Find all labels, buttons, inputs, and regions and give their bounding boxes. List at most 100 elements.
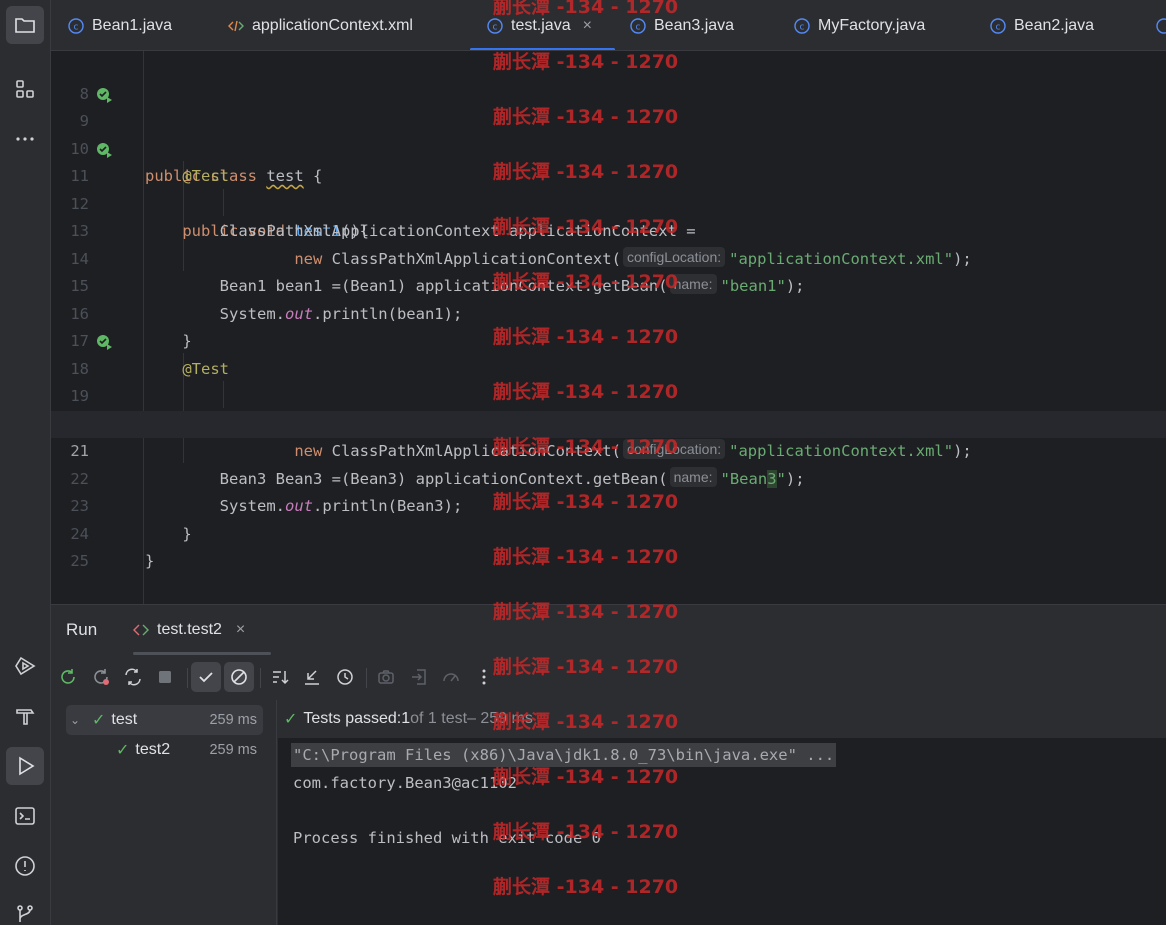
services-icon[interactable] [6, 647, 44, 685]
rerun-icon[interactable] [53, 662, 83, 692]
code-line: 20 new ClassPathXmlApplicationContext(co… [51, 383, 1166, 461]
tree-time: 259 ms [209, 712, 257, 728]
code-line: 18 public void test2(){ [51, 328, 1166, 433]
code-line: 25 [51, 521, 1166, 570]
git-branch-icon[interactable] [6, 895, 44, 925]
console-output-line: com.factory.Bean3@ac1102 [293, 774, 517, 792]
code-text: } [145, 552, 155, 570]
code-line: 22 System.out.println(Bean3); [51, 438, 1166, 516]
line-number: 25 [70, 552, 89, 570]
tab-label: Bean1.java [92, 16, 173, 34]
tab-applicationcontext-xml[interactable]: applicationContext.xml [228, 0, 413, 50]
tab-bean3-java[interactable]: c Bean3.java [630, 0, 735, 50]
run-config-tab[interactable]: test.test2 × [133, 605, 271, 655]
class-icon: c [630, 17, 646, 34]
status-duration: – 259 ms [467, 710, 533, 727]
code-line: 15 System.out.println(bean1); [51, 246, 1166, 323]
problems-icon[interactable] [6, 847, 44, 885]
import-icon[interactable] [404, 662, 434, 692]
code-line: 11 public void test1(){ [51, 136, 1166, 240]
tab-label: Bean3.java [654, 16, 735, 34]
structure-icon[interactable] [6, 70, 44, 108]
terminal-icon[interactable] [6, 797, 44, 835]
svg-text:c: c [800, 22, 805, 32]
status-of-total: of 1 test [410, 710, 468, 727]
rerun-failed-icon[interactable] [86, 662, 116, 692]
run-panel: Run test.test2 × ⌄ ✓ test 259 ms ✓ test2… [51, 604, 1166, 925]
code-line: 8 [51, 53, 1166, 103]
toggle-auto-test-icon[interactable] [118, 662, 148, 692]
code-line: 17 @Test [51, 301, 1166, 378]
code-line: 13 new ClassPathXmlApplicationContext(co… [51, 191, 1166, 268]
toolbar-separator [366, 668, 367, 688]
build-hammer-icon[interactable] [6, 697, 44, 735]
collapse-all-icon[interactable] [297, 662, 327, 692]
more-tools-icon[interactable] [6, 120, 44, 158]
class-icon [1156, 17, 1166, 34]
passed-check-icon: ✓ [116, 742, 130, 759]
code-line: 19 ClassPathXmlApplicationContext applic… [51, 356, 1166, 433]
class-icon: c [487, 17, 503, 34]
run-test-check-icon[interactable] [96, 334, 112, 350]
tab-overflow[interactable] [1156, 0, 1166, 50]
run-test-check-icon[interactable] [96, 87, 112, 103]
svg-text:c: c [493, 22, 498, 32]
run-test-check-icon[interactable] [96, 142, 112, 158]
toolbar-separator [187, 668, 188, 688]
run-tab-label: test.test2 [157, 621, 222, 638]
xml-icon [228, 18, 244, 34]
status-passed-count: 1 [401, 710, 411, 727]
close-icon[interactable]: × [583, 17, 592, 35]
run-console[interactable]: ✓ Tests passed: 1 of 1 test – 259 ms "C:… [278, 700, 1166, 925]
tree-label: test2 [135, 741, 171, 758]
tab-label: test.java [511, 16, 571, 34]
more-options-icon[interactable] [469, 662, 499, 692]
toolbar-separator [260, 668, 261, 688]
left-tool-strip [0, 0, 51, 925]
close-icon[interactable]: × [236, 621, 245, 639]
test-results-tree: ⌄ ✓ test 259 ms ✓ test2 259 ms [51, 700, 277, 925]
passed-check-icon: ✓ [92, 712, 106, 729]
show-ignored-icon[interactable] [224, 662, 254, 692]
code-line: 12 ClassPathXmlApplicationContext applic… [51, 163, 1166, 241]
tab-label: applicationContext.xml [252, 16, 413, 34]
test-history-icon[interactable] [330, 662, 360, 692]
show-passed-icon[interactable] [191, 662, 221, 692]
tab-bean2-java[interactable]: c Bean2.java [990, 0, 1095, 50]
run-panel-title: Run [66, 620, 98, 639]
test-status-bar: ✓ Tests passed: 1 of 1 test – 259 ms [278, 700, 1166, 738]
code-line: 23 } [51, 466, 1166, 543]
svg-text:c: c [74, 22, 79, 32]
code-editor[interactable]: 8 9 public class test { 10 @Test 11 publ… [51, 51, 1166, 604]
class-icon: c [68, 17, 84, 34]
svg-text:c: c [636, 22, 641, 32]
chevron-down-icon[interactable]: ⌄ [70, 713, 86, 727]
svg-text:c: c [996, 22, 1001, 32]
camera-icon[interactable] [371, 662, 401, 692]
stop-icon[interactable] [150, 662, 180, 692]
passed-check-icon: ✓ [284, 711, 298, 728]
tab-myfactory-java[interactable]: c MyFactory.java [794, 0, 926, 50]
tree-row-test-class[interactable]: ⌄ ✓ test 259 ms [66, 705, 263, 735]
code-line: 9 public class test { [51, 81, 1166, 185]
coverage-gauge-icon[interactable] [436, 662, 466, 692]
status-prefix: Tests passed: [303, 710, 402, 727]
tree-row-test-method[interactable]: ✓ test2 259 ms [66, 735, 263, 765]
run-icon[interactable] [6, 747, 44, 785]
project-folder-icon[interactable] [6, 6, 44, 44]
console-output-line: Process finished with exit code 0 [293, 829, 601, 847]
code-line: 10 @Test [51, 108, 1166, 186]
tab-label: Bean2.java [1014, 16, 1095, 34]
tab-test-java[interactable]: c test.java × [470, 0, 615, 50]
code-line: 14 Bean1 bean1 =(Bean1) applicationConte… [51, 218, 1166, 296]
tab-label: MyFactory.java [818, 16, 926, 34]
code-line: 24 } [51, 493, 1166, 571]
code-line: 16 } [51, 273, 1166, 351]
run-toolbar [51, 660, 1166, 696]
console-command-line: "C:\Program Files (x86)\Java\jdk1.8.0_73… [291, 743, 837, 767]
tab-bean1-java[interactable]: c Bean1.java [68, 0, 173, 50]
tree-label: test [111, 711, 138, 728]
sort-icon[interactable] [265, 662, 295, 692]
class-icon: c [794, 17, 810, 34]
code-line-current: 21 Bean3 Bean3 =(Bean3) applicationConte… [51, 410, 1166, 488]
